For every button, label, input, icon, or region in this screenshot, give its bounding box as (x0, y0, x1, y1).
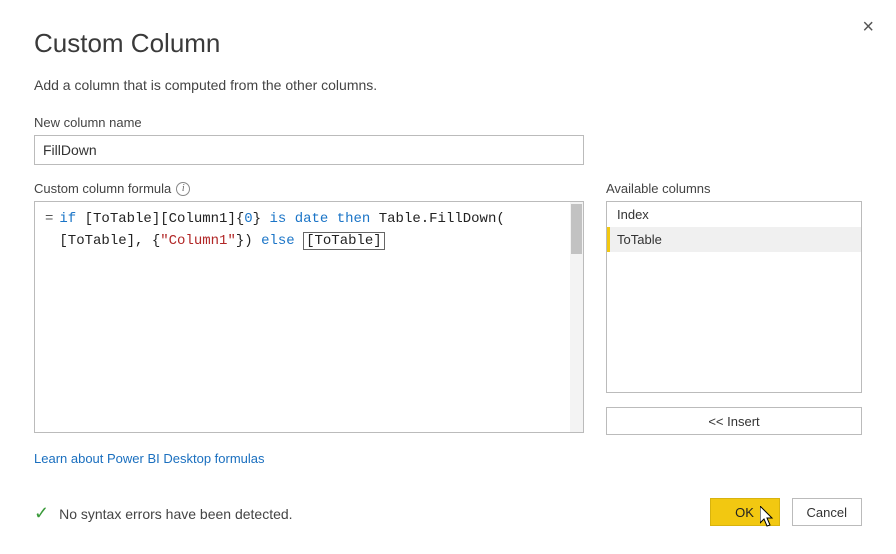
tok-then: then (337, 211, 371, 227)
formula-label: Custom column formula i (34, 181, 584, 196)
tok-brace: } (253, 211, 261, 227)
tok-else: else (261, 233, 295, 249)
formula-code[interactable]: if [ToTable][Column1]{0} is date then Ta… (59, 208, 562, 426)
available-columns-list[interactable]: Index ToTable (606, 201, 862, 393)
dialog-subtitle: Add a column that is computed from the o… (34, 77, 862, 93)
list-item[interactable]: ToTable (607, 227, 861, 252)
new-column-name-label: New column name (34, 115, 862, 130)
tok-str: "Column1" (160, 233, 236, 249)
list-item[interactable]: Index (607, 202, 861, 227)
status-message: No syntax errors have been detected. (59, 506, 292, 522)
dialog-title: Custom Column (34, 28, 862, 59)
avail-label-text: Available columns (606, 181, 711, 196)
info-icon[interactable]: i (176, 182, 190, 196)
name-label-text: New column name (34, 115, 142, 130)
scroll-thumb[interactable] (571, 204, 582, 254)
formula-label-text: Custom column formula (34, 181, 171, 196)
tok-date: date (295, 211, 329, 227)
ok-button[interactable]: OK (710, 498, 780, 526)
tok-l2a: [ToTable], { (59, 233, 160, 249)
tok-boxed: [ToTable] (303, 232, 385, 250)
tok-if: if (59, 211, 76, 227)
tok-ref1: [ToTable][Column1]{ (85, 211, 245, 227)
tok-is: is (269, 211, 286, 227)
tok-num: 0 (244, 211, 252, 227)
close-icon[interactable]: × (862, 16, 874, 39)
available-columns-label: Available columns (606, 181, 862, 196)
insert-button[interactable]: << Insert (606, 407, 862, 435)
cancel-button[interactable]: Cancel (792, 498, 862, 526)
tok-l2b: }) (236, 233, 253, 249)
tok-fn: Table.FillDown( (379, 211, 505, 227)
status-row: ✓ No syntax errors have been detected. (34, 503, 293, 524)
equals-prefix: = (39, 208, 59, 426)
formula-scrollbar[interactable] (570, 202, 583, 432)
new-column-name-input[interactable] (34, 135, 584, 165)
formula-editor[interactable]: = if [ToTable][Column1]{0} is date then … (34, 201, 584, 433)
check-icon: ✓ (34, 503, 49, 524)
learn-link[interactable]: Learn about Power BI Desktop formulas (34, 451, 265, 466)
